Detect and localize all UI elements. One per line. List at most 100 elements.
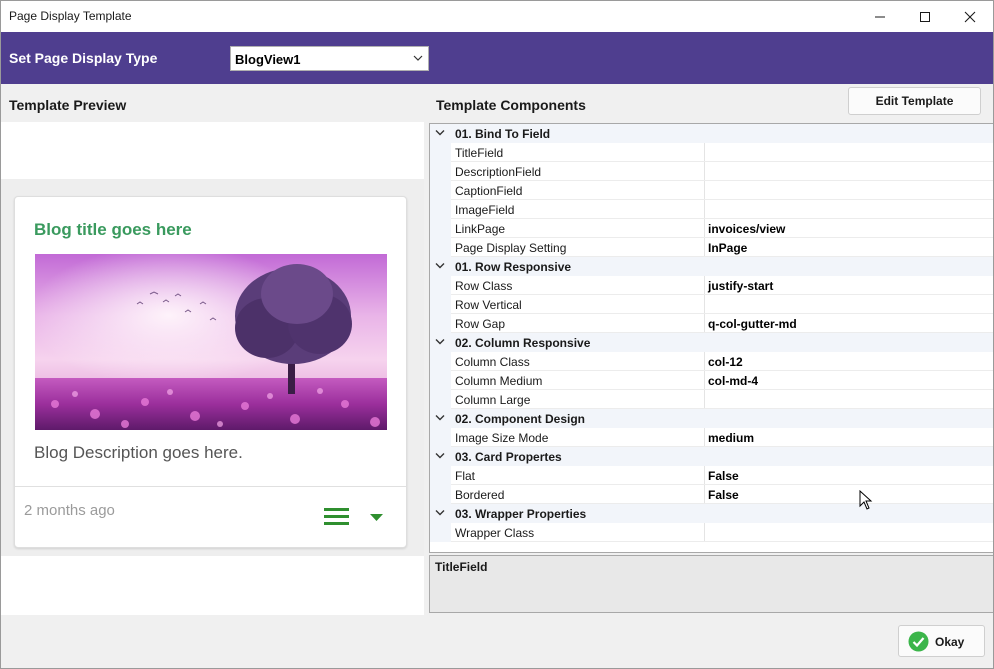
row-indent [430, 485, 451, 504]
property-value[interactable]: False [708, 488, 739, 502]
property-value[interactable]: InPage [708, 241, 747, 255]
collapse-chevron-icon[interactable] [435, 129, 445, 137]
row-indent [430, 314, 451, 333]
row-indent [430, 200, 451, 219]
collapse-chevron-icon[interactable] [435, 414, 445, 422]
category-name: 02. Column Responsive [455, 336, 591, 350]
property-row[interactable]: Wrapper Class [430, 523, 993, 542]
close-icon [964, 11, 976, 22]
column-separator [704, 390, 705, 409]
row-indent [430, 428, 451, 447]
property-name: Wrapper Class [455, 526, 535, 540]
display-type-header: Set Page Display Type BlogView1 [1, 32, 993, 84]
property-name: Image Size Mode [455, 431, 549, 445]
close-button[interactable] [947, 1, 993, 32]
property-value[interactable]: medium [708, 431, 754, 445]
property-row[interactable]: LinkPage invoices/view [430, 219, 993, 238]
property-name: Row Class [455, 279, 513, 293]
okay-button[interactable]: Okay [898, 625, 985, 657]
property-row[interactable]: Image Size Mode medium [430, 428, 993, 447]
category-row[interactable]: 01. Row Responsive [430, 257, 993, 276]
category-name: 01. Row Responsive [455, 260, 572, 274]
column-separator [704, 181, 705, 200]
row-indent [430, 162, 451, 181]
collapse-chevron-icon[interactable] [435, 262, 445, 270]
caret-down-icon[interactable] [370, 514, 383, 522]
blog-card-title: Blog title goes here [34, 220, 192, 239]
column-separator [704, 200, 705, 219]
property-grid[interactable]: 01. Bind To Field TitleField DescriptionFi… [429, 123, 993, 553]
column-separator [704, 238, 705, 257]
row-indent [430, 523, 451, 542]
property-row[interactable]: TitleField [430, 143, 993, 162]
column-separator [704, 352, 705, 371]
property-row[interactable]: Page Display Setting InPage [430, 238, 993, 257]
maximize-icon [920, 11, 930, 22]
property-value[interactable]: q-col-gutter-md [708, 317, 797, 331]
property-row[interactable]: Column Medium col-md-4 [430, 371, 993, 390]
blog-card: Blog title goes here Blog Description go… [14, 196, 407, 548]
property-name: CaptionField [455, 184, 523, 198]
chevron-down-icon [413, 55, 423, 61]
property-row[interactable]: DescriptionField [430, 162, 993, 181]
column-separator [704, 295, 705, 314]
row-indent [430, 181, 451, 200]
property-row[interactable]: CaptionField [430, 181, 993, 200]
category-row[interactable]: 03. Wrapper Properties [430, 504, 993, 523]
column-separator [704, 276, 705, 295]
column-separator [704, 428, 705, 447]
property-value[interactable]: False [708, 469, 739, 483]
property-name: Column Class [455, 355, 530, 369]
property-row[interactable]: ImageField [430, 200, 993, 219]
collapse-chevron-icon[interactable] [435, 338, 445, 346]
property-name: ImageField [455, 203, 515, 217]
column-separator [704, 143, 705, 162]
category-row[interactable]: 01. Bind To Field [430, 124, 993, 143]
display-type-label: Set Page Display Type [9, 50, 158, 66]
property-row[interactable]: Row Class justify-start [430, 276, 993, 295]
column-separator [704, 314, 705, 333]
category-name: 01. Bind To Field [455, 127, 551, 141]
window-title: Page Display Template [9, 9, 132, 23]
okay-label: Okay [935, 635, 965, 649]
column-separator [704, 523, 705, 542]
property-value[interactable]: col-md-4 [708, 374, 758, 388]
hamburger-menu-icon[interactable] [324, 508, 349, 525]
property-row[interactable]: Flat False [430, 466, 993, 485]
property-name: Column Large [455, 393, 531, 407]
column-separator [704, 162, 705, 181]
row-indent [430, 219, 451, 238]
check-circle-icon [908, 631, 929, 652]
collapse-chevron-icon[interactable] [435, 509, 445, 517]
property-description-title: TitleField [435, 560, 488, 574]
property-value[interactable]: justify-start [708, 279, 773, 293]
property-row[interactable]: Column Class col-12 [430, 352, 993, 371]
collapse-chevron-icon[interactable] [435, 452, 445, 460]
row-indent [430, 352, 451, 371]
edit-template-button[interactable]: Edit Template [848, 87, 981, 115]
template-components-heading: Template Components [436, 97, 586, 113]
row-indent [430, 466, 451, 485]
property-description-box: TitleField [429, 555, 993, 613]
property-row[interactable]: Row Vertical [430, 295, 993, 314]
mouse-cursor-icon [859, 490, 873, 510]
property-value[interactable]: invoices/view [708, 222, 785, 236]
template-preview-heading: Template Preview [9, 97, 127, 113]
category-name: 03. Card Propertes [455, 450, 562, 464]
row-indent [430, 390, 451, 409]
maximize-button[interactable] [902, 1, 948, 32]
property-name: Flat [455, 469, 476, 483]
display-type-select[interactable]: BlogView1 [230, 46, 429, 71]
property-row[interactable]: Bordered False [430, 485, 993, 504]
property-row[interactable]: Row Gap q-col-gutter-md [430, 314, 993, 333]
property-name: TitleField [455, 146, 504, 160]
property-row[interactable]: Column Large [430, 390, 993, 409]
minimize-button[interactable] [857, 1, 903, 32]
property-value[interactable]: col-12 [708, 355, 743, 369]
category-row[interactable]: 02. Column Responsive [430, 333, 993, 352]
card-divider [15, 486, 406, 487]
title-bar: Page Display Template [1, 1, 993, 32]
category-row[interactable]: 02. Component Design [430, 409, 993, 428]
row-separator [451, 541, 993, 542]
category-row[interactable]: 03. Card Propertes [430, 447, 993, 466]
